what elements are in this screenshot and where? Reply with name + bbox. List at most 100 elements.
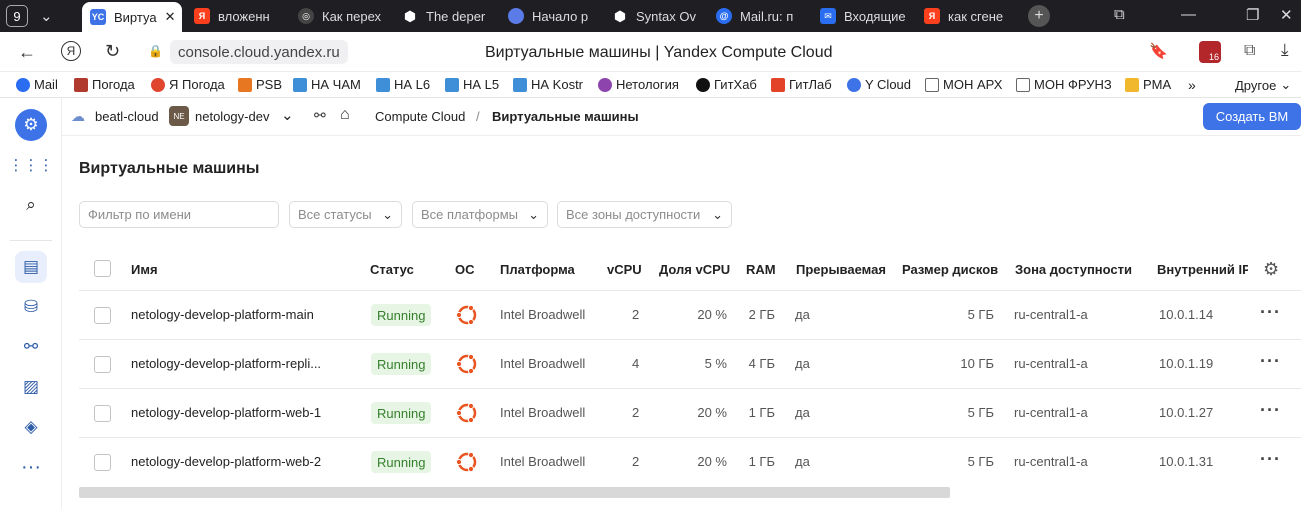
network-icon[interactable]: ⚯: [15, 331, 47, 363]
yandex-logo-icon[interactable]: Я: [61, 41, 81, 61]
vm-preemptible: да: [795, 356, 810, 371]
services-grid-icon[interactable]: ⋮⋮⋮: [9, 149, 54, 181]
row-actions-more-icon[interactable]: ···: [1260, 449, 1281, 470]
row-checkbox[interactable]: [94, 307, 111, 324]
vm-name[interactable]: netology-develop-platform-repli...: [131, 356, 321, 371]
table-row[interactable]: netology-develop-platform-repli... Runni…: [79, 339, 1301, 388]
chevron-down-icon[interactable]: ⌄: [281, 106, 294, 124]
bookmarks-other[interactable]: Другое ⌄: [1235, 77, 1291, 93]
maximize-icon[interactable]: ❐: [1246, 6, 1259, 24]
row-checkbox[interactable]: [94, 356, 111, 373]
bookmark-pma[interactable]: PMA: [1125, 77, 1171, 92]
translate-icon[interactable]: ⧉: [1244, 42, 1255, 60]
more-icon[interactable]: ···: [15, 451, 47, 483]
network-icon[interactable]: ⚯: [314, 107, 326, 124]
name-filter-input[interactable]: Фильтр по имени: [79, 201, 279, 228]
bookmark-gitlab[interactable]: ГитЛаб: [771, 77, 832, 92]
home-icon[interactable]: ⌂: [340, 106, 350, 124]
url-field[interactable]: console.cloud.yandex.ru: [170, 40, 348, 64]
close-window-icon[interactable]: ✕: [1280, 6, 1293, 24]
column-header-zone[interactable]: Зона доступности: [1015, 262, 1132, 277]
bookmark-psb[interactable]: PSB: [238, 77, 282, 92]
bookmark-cham[interactable]: НА ЧАМ: [293, 77, 361, 92]
extension-icon[interactable]: 16: [1199, 41, 1221, 63]
tab-item[interactable]: Начало р: [500, 3, 600, 29]
column-header-disk-size[interactable]: Размер дисков: [902, 262, 998, 277]
browser-tab-strip: 9 ⌄ YC Виртуа ✕ Я вложенн ◎ Как перех ⬢ …: [0, 0, 1301, 32]
bookmark-mon-arh[interactable]: МОН АРХ: [925, 77, 1002, 92]
cloud-name[interactable]: beatl-cloud: [95, 109, 159, 124]
bookmark-label: Другое: [1235, 77, 1277, 93]
tab-item[interactable]: @ Mail.ru: п: [708, 3, 808, 29]
chevron-down-icon[interactable]: ⌄: [40, 7, 53, 25]
bookmark-netology[interactable]: Нетология: [598, 77, 679, 92]
bookmark-l6[interactable]: НА L6: [376, 77, 430, 92]
compute-list-icon[interactable]: ▤: [15, 251, 47, 283]
disk-icon[interactable]: ⛁: [15, 291, 47, 323]
new-tab-button[interactable]: +: [1028, 5, 1050, 27]
vm-name[interactable]: netology-develop-platform-web-2: [131, 454, 321, 469]
gitlab-icon: [771, 77, 785, 92]
reload-icon[interactable]: ↻: [105, 41, 120, 62]
row-checkbox[interactable]: [94, 405, 111, 422]
column-header-ram[interactable]: RAM: [746, 262, 776, 277]
lock-icon[interactable]: 🔒: [148, 44, 163, 58]
close-icon[interactable]: ✕: [165, 9, 176, 25]
tab-item[interactable]: Я вложенн: [186, 3, 284, 29]
bookmark-ya-weather[interactable]: Я Погода: [151, 77, 225, 92]
image-icon[interactable]: ▨: [15, 371, 47, 403]
bookmark-icon[interactable]: 🔖: [1149, 42, 1168, 60]
bookmark-mail[interactable]: Mail: [16, 77, 58, 92]
table-row[interactable]: netology-develop-platform-web-1 Running …: [79, 388, 1301, 437]
tab-item[interactable]: ◎ Как перех: [290, 3, 388, 29]
tab-item[interactable]: Я как сгене: [916, 3, 1016, 29]
tab-item[interactable]: ⬢ The deper: [394, 3, 498, 29]
tab-item[interactable]: ⬢ Syntax Ov: [604, 3, 704, 29]
zone-filter-select[interactable]: Все зоны доступности ⌄: [557, 201, 732, 228]
tab-count-button[interactable]: 9: [6, 5, 28, 27]
search-icon[interactable]: ⌕: [15, 189, 47, 221]
minimize-icon[interactable]: —: [1181, 6, 1196, 23]
row-checkbox[interactable]: [94, 454, 111, 471]
create-vm-button[interactable]: Создать ВМ: [1203, 103, 1301, 130]
bookmark-label: Я Погода: [169, 77, 225, 92]
layers-icon[interactable]: ◈: [15, 411, 47, 443]
tab-virtual-machines[interactable]: YC Виртуа ✕: [82, 2, 182, 32]
horizontal-scrollbar[interactable]: [79, 487, 950, 498]
breadcrumb-service[interactable]: Compute Cloud: [375, 109, 465, 124]
bookmark-mon-frunz[interactable]: МОН ФРУНЗ: [1016, 77, 1112, 92]
column-header-name[interactable]: Имя: [131, 262, 158, 277]
column-header-vcpu-share[interactable]: Доля vCPU: [659, 262, 730, 277]
table-row[interactable]: netology-develop-platform-main Running I…: [79, 290, 1301, 339]
download-icon[interactable]: ⤓: [1281, 40, 1289, 60]
column-header-internal-ip[interactable]: Внутренний IPv: [1157, 262, 1248, 277]
status-filter-select[interactable]: Все статусы ⌄: [289, 201, 402, 228]
tab-label: Mail.ru: п: [740, 8, 794, 24]
vm-name[interactable]: netology-develop-platform-web-1: [131, 405, 321, 420]
column-header-platform[interactable]: Платформа: [500, 262, 575, 277]
bookmark-weather[interactable]: Погода: [74, 77, 135, 92]
settings-gear-icon[interactable]: ⚙: [15, 109, 47, 141]
bookmark-kostr[interactable]: НА Kostr: [513, 77, 583, 92]
bookmark-l5[interactable]: НА L5: [445, 77, 499, 92]
row-actions-more-icon[interactable]: ···: [1260, 400, 1281, 421]
folder-name[interactable]: netology-dev: [195, 109, 269, 124]
chevron-down-icon: ⌄: [382, 206, 393, 222]
column-header-vcpu[interactable]: vCPU: [607, 262, 642, 277]
tab-item[interactable]: ✉ Входящие: [812, 3, 912, 29]
row-actions-more-icon[interactable]: ···: [1260, 351, 1281, 372]
back-arrow-icon[interactable]: ←: [18, 42, 36, 63]
select-all-checkbox[interactable]: [94, 260, 111, 277]
bookmark-ycloud[interactable]: Y Cloud: [847, 77, 911, 92]
vm-name[interactable]: netology-develop-platform-main: [131, 307, 314, 322]
platform-filter-select[interactable]: Все платформы ⌄: [412, 201, 548, 228]
bookmark-github[interactable]: ГитХаб: [696, 77, 757, 92]
column-header-status[interactable]: Статус: [370, 262, 414, 277]
row-actions-more-icon[interactable]: ···: [1260, 302, 1281, 323]
column-header-os[interactable]: ОС: [455, 262, 475, 277]
column-header-preemptible[interactable]: Прерываемая: [796, 262, 886, 277]
bookmarks-overflow-icon[interactable]: »: [1188, 77, 1196, 93]
table-row[interactable]: netology-develop-platform-web-2 Running …: [79, 437, 1301, 486]
table-settings-gear-icon[interactable]: ⚙: [1263, 259, 1279, 280]
collections-icon[interactable]: ⧉: [1114, 6, 1125, 23]
